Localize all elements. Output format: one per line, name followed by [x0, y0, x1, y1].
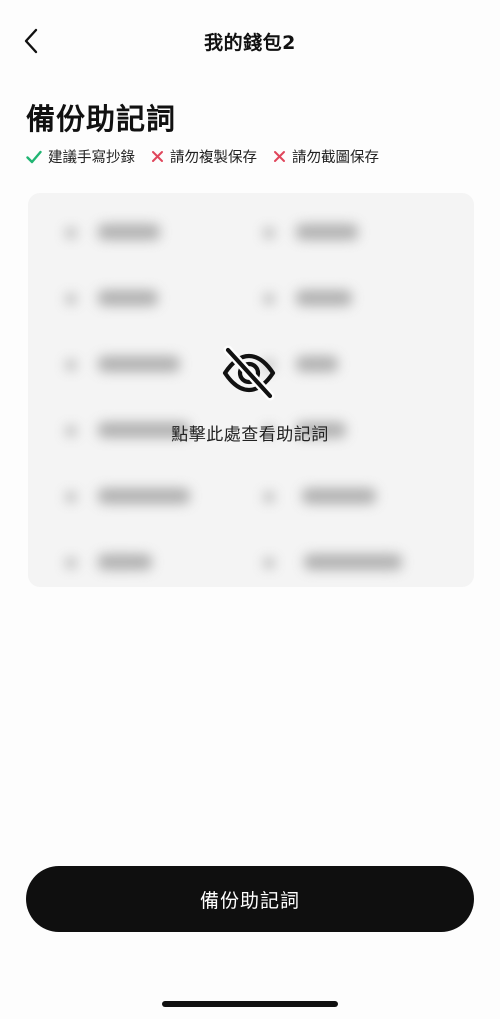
- tip-label: 建議手寫抄錄: [48, 150, 135, 166]
- eye-slash-icon[interactable]: [221, 345, 277, 401]
- page-title: 備份助記詞: [26, 102, 177, 136]
- cross-icon: [274, 151, 285, 162]
- nav-title: 我的錢包2: [204, 32, 296, 54]
- check-icon: [26, 150, 42, 163]
- tip-no-screenshot: 請勿截圖保存: [273, 146, 379, 167]
- tip-label: 請勿截圖保存: [292, 150, 379, 166]
- tips-row: 建議手寫抄錄 請勿複製保存 請勿截圖保存: [26, 146, 379, 167]
- cross-icon: [152, 151, 163, 162]
- tip-handwrite: 建議手寫抄錄: [26, 146, 135, 167]
- tip-no-copy: 請勿複製保存: [151, 146, 257, 167]
- reveal-prompt[interactable]: 點擊此處查看助記詞: [0, 420, 500, 445]
- backup-mnemonic-button[interactable]: 備份助記詞: [26, 866, 474, 932]
- home-indicator: [162, 1001, 338, 1007]
- tip-label: 請勿複製保存: [170, 150, 257, 166]
- nav-bar: 我的錢包2: [0, 0, 500, 82]
